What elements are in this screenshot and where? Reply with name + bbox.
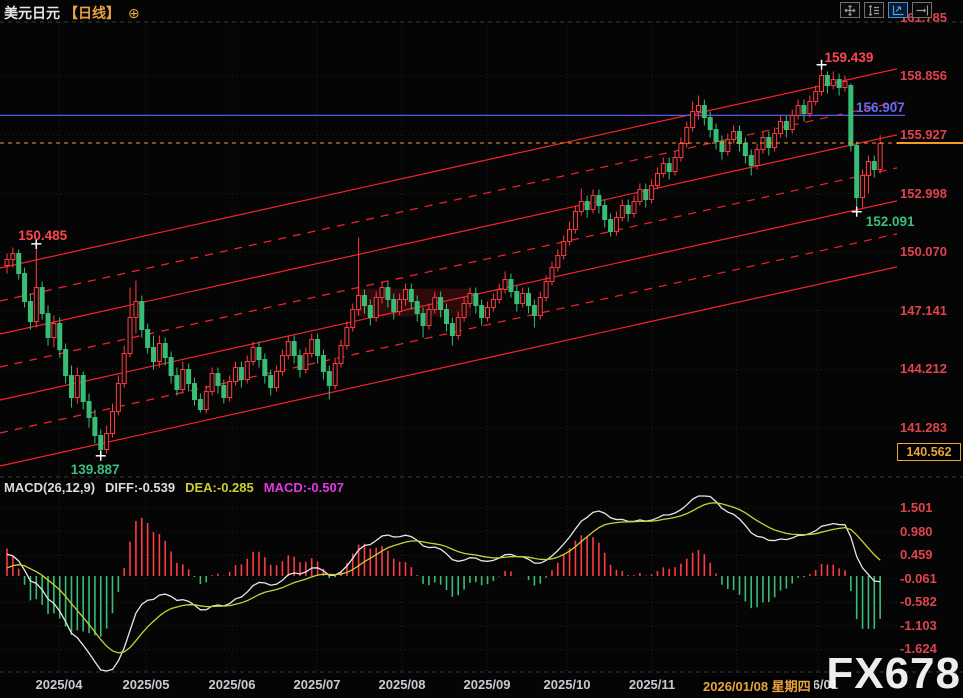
price-annotation: 159.439 bbox=[825, 50, 874, 65]
price-annotation: 139.887 bbox=[71, 462, 120, 477]
add-symbol-icon[interactable]: ⊕ bbox=[128, 5, 140, 22]
x-axis-label: 2025/07 bbox=[285, 677, 349, 692]
macd-axis-label: 1.501 bbox=[900, 500, 962, 515]
price-annotation: 150.485 bbox=[18, 228, 67, 243]
y-axis-label: 150.070 bbox=[900, 244, 962, 259]
macd-diff-value: DIFF:-0.539 bbox=[105, 480, 175, 495]
hline-price-label: 156.907 bbox=[856, 100, 905, 115]
watermark: FX678 bbox=[826, 652, 961, 696]
y-axis-label: 152.998 bbox=[900, 186, 962, 201]
x-axis-label: 2025/10 bbox=[535, 677, 599, 692]
macd-dea-value: DEA:-0.285 bbox=[185, 480, 254, 495]
price-marker-box: 140.562 bbox=[897, 443, 961, 461]
macd-axis-label: -0.582 bbox=[900, 594, 962, 609]
macd-axis-label: 0.980 bbox=[900, 524, 962, 539]
x-axis-label: 2025/08 bbox=[370, 677, 434, 692]
macd-macd-value: MACD:-0.507 bbox=[264, 480, 344, 495]
chart-toolbar bbox=[840, 2, 932, 18]
y-axis-label: 147.141 bbox=[900, 303, 962, 318]
chart-canvas[interactable] bbox=[0, 0, 963, 696]
macd-axis-label: -0.061 bbox=[900, 571, 962, 586]
x-axis-label: 2025/04 bbox=[27, 677, 91, 692]
y-axis-label: 141.283 bbox=[900, 420, 962, 435]
title-bar: 美元日元 【日线】 ⊕ bbox=[4, 3, 140, 23]
pan-icon[interactable] bbox=[840, 2, 860, 18]
y-axis-label: 158.856 bbox=[900, 68, 962, 83]
price-annotation: 152.091 bbox=[866, 214, 915, 229]
y-axis-scale-icon[interactable] bbox=[864, 2, 884, 18]
x-axis-label: 2025/06 bbox=[200, 677, 264, 692]
y-axis-label: 144.212 bbox=[900, 361, 962, 376]
macd-axis-label: -1.103 bbox=[900, 618, 962, 633]
x-axis-label: 2025/05 bbox=[114, 677, 178, 692]
date-highlight-label: 2026/01/08 星期四 bbox=[700, 676, 814, 695]
macd-header: MACD(26,12,9) DIFF:-0.539 DEA:-0.285 MAC… bbox=[4, 480, 344, 495]
period-label[interactable]: 【日线】 bbox=[64, 3, 120, 23]
y-axis-label: 155.927 bbox=[900, 127, 962, 142]
x-axis-shift-icon[interactable] bbox=[912, 2, 932, 18]
auto-fit-icon[interactable] bbox=[888, 2, 908, 18]
x-axis-label: 2025/11 bbox=[620, 677, 684, 692]
symbol-name: 美元日元 bbox=[4, 3, 60, 23]
x-axis-label: 2025/09 bbox=[455, 677, 519, 692]
macd-axis-label: 0.459 bbox=[900, 547, 962, 562]
macd-params-label: MACD(26,12,9) bbox=[4, 480, 95, 495]
